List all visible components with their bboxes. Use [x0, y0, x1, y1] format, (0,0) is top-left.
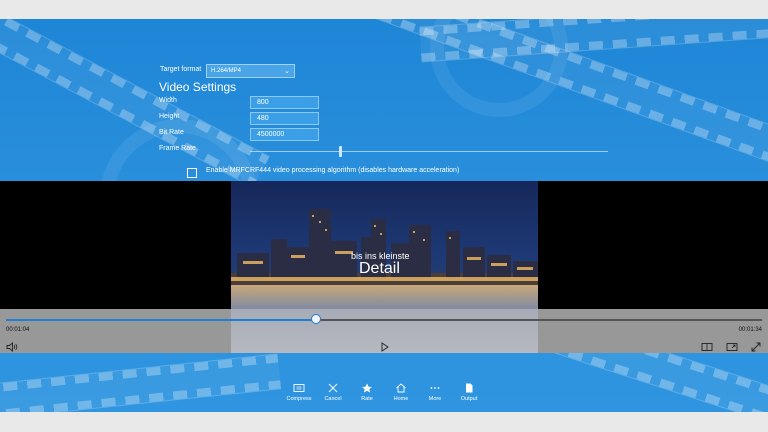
seek-bar-progress: [6, 319, 316, 321]
mrf-checkbox-label: Enable MRFCRF444 video processing algori…: [206, 167, 460, 174]
video-caption-line2: Detail: [359, 260, 400, 277]
total-time: 00:01:34: [738, 327, 762, 333]
target-format-label: Target format: [160, 66, 202, 73]
bitrate-input[interactable]: 4500000: [250, 128, 319, 141]
framerate-slider-thumb[interactable]: [338, 146, 342, 157]
current-time: 00:01:04: [6, 327, 30, 333]
seek-bar[interactable]: [6, 319, 762, 321]
fullscreen-icon[interactable]: [750, 339, 764, 352]
compress-icon: [293, 384, 305, 392]
home-icon: [396, 383, 406, 393]
target-format-dropdown[interactable]: H.264/MP4 ⌄: [206, 64, 295, 78]
target-format-value: H.264/MP4: [211, 68, 242, 74]
video-settings-heading: Video Settings: [159, 80, 237, 94]
width-label: Width: [159, 97, 177, 104]
mrf-checkbox[interactable]: [187, 168, 197, 178]
video-player: bis ins kleinste Detail 00:01:04 00:01:3…: [0, 181, 768, 353]
play-icon[interactable]: [380, 339, 394, 352]
document-icon: [466, 383, 473, 393]
volume-icon[interactable]: [6, 339, 20, 352]
chevron-down-icon: ⌄: [284, 68, 290, 75]
more-icon: [430, 387, 440, 389]
output-button[interactable]: Output: [449, 383, 489, 402]
star-icon: [362, 383, 372, 393]
film-strip-decoration: [0, 353, 282, 412]
aspect-ratio-icon[interactable]: [701, 339, 715, 351]
seek-thumb[interactable]: [310, 314, 321, 324]
media-controls-bar: 00:01:04 00:01:34: [0, 309, 768, 353]
close-icon: [328, 383, 338, 393]
app-window: Target format H.264/MP4 ⌄ Video Settings…: [0, 19, 768, 412]
cast-icon[interactable]: [726, 339, 740, 351]
width-input[interactable]: 800: [250, 96, 319, 109]
film-strip-decoration: [419, 19, 768, 63]
height-label: Height: [159, 113, 180, 120]
output-label: Output: [460, 396, 478, 402]
framerate-slider[interactable]: [250, 151, 608, 152]
bitrate-label: Bit Rate: [159, 129, 184, 136]
height-input[interactable]: 480: [250, 112, 319, 125]
framerate-label: Frame Rate: [159, 145, 196, 152]
